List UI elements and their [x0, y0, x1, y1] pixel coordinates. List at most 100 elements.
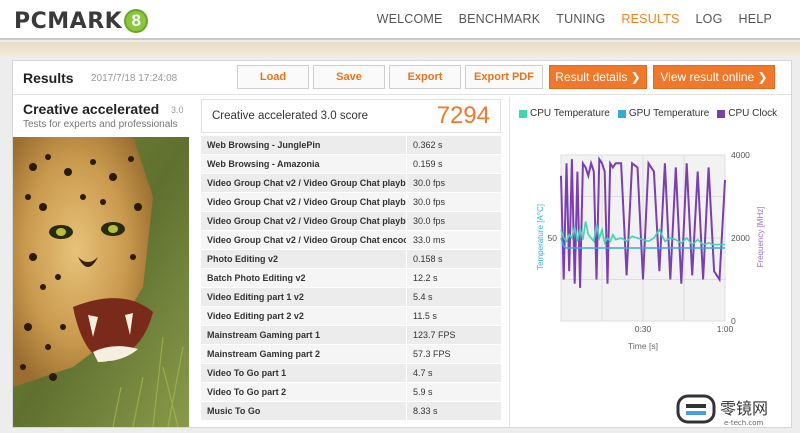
pcmark-logo: PCMARK 8 — [14, 8, 149, 34]
header-divider-strip — [0, 42, 800, 56]
test-result-name: Video To Go part 1 — [201, 364, 407, 382]
test-result-name: Music To Go — [201, 402, 407, 420]
table-row: Video To Go part 1 4.7 s — [201, 364, 501, 383]
table-row: Video Group Chat v2 / Video Group Chat p… — [201, 193, 501, 212]
chart-legend: CPU Temperature GPU Temperature CPU Cloc… — [519, 108, 777, 119]
logo-text: PCMARK — [14, 8, 123, 34]
table-row: Web Browsing - JunglePin 0.362 s — [201, 136, 501, 155]
table-row: Music To Go 8.33 s — [201, 402, 501, 421]
test-version: 3.0 — [171, 105, 184, 115]
test-result-name: Web Browsing - Amazonia — [201, 155, 407, 173]
nav-tuning[interactable]: TUNING — [548, 12, 613, 26]
legend-cpu-temperature-label: CPU Temperature — [530, 108, 610, 119]
y-right-tick-label: 2000 — [731, 233, 750, 243]
y-axis-left-label: Temperature [A°C] — [536, 204, 545, 270]
test-description: Tests for experts and professionals — [23, 119, 178, 130]
legend-cpu-temperature[interactable]: CPU Temperature — [519, 108, 610, 119]
test-name: Creative accelerated — [23, 101, 160, 117]
top-navigation-bar: PCMARK 8 WELCOME BENCHMARK TUNING RESULT… — [0, 0, 800, 40]
test-result-name: Mainstream Gaming part 2 — [201, 345, 407, 363]
monitoring-chart: CPU Temperature GPU Temperature CPU Cloc… — [513, 97, 791, 427]
export-button[interactable]: Export — [389, 65, 461, 89]
results-panel: Results 2017/7/18 17:24:08 Load Save Exp… — [12, 60, 792, 428]
y-right-tick-label: 0 — [731, 316, 736, 326]
view-result-online-button[interactable]: View result online ❯ — [653, 65, 775, 89]
legend-gpu-temperature[interactable]: GPU Temperature — [617, 108, 710, 119]
test-result-value: 57.3 FPS — [407, 345, 501, 363]
gpu-temperature-swatch — [617, 109, 626, 118]
score-box: Creative accelerated 3.0 score 7294 — [201, 99, 501, 133]
test-result-value: 11.5 s — [407, 307, 501, 325]
column-divider — [509, 97, 510, 427]
test-result-value: 30.0 fps — [407, 212, 501, 230]
nav-welcome[interactable]: WELCOME — [369, 12, 451, 26]
x-tick-label: 0:30 — [635, 324, 652, 334]
test-result-value: 0.362 s — [407, 136, 501, 154]
nav-results[interactable]: RESULTS — [613, 12, 687, 26]
test-result-name: Video Group Chat v2 / Video Group Chat p… — [201, 193, 407, 211]
y-right-tick-label: 4000 — [731, 150, 750, 160]
table-row: Video Editing part 1 v2 5.4 s — [201, 288, 501, 307]
legend-cpu-clock-label: CPU Clock — [728, 108, 778, 119]
legend-gpu-temperature-label: GPU Temperature — [628, 108, 710, 119]
test-result-name: Video Group Chat v2 / Video Group Chat e… — [201, 231, 407, 249]
table-row: Video To Go part 2 5.9 s — [201, 383, 501, 402]
save-button[interactable]: Save — [313, 65, 385, 89]
test-result-name: Batch Photo Editing v2 — [201, 269, 407, 287]
test-result-value: 30.0 fps — [407, 193, 501, 211]
test-result-name: Video Editing part 1 v2 — [201, 288, 407, 306]
test-result-name: Video To Go part 2 — [201, 383, 407, 401]
svg-text:e-tech.com: e-tech.com — [724, 419, 764, 427]
table-row: Photo Editing v2 0.158 s — [201, 250, 501, 269]
results-header: Results 2017/7/18 17:24:08 Load Save Exp… — [13, 61, 791, 95]
test-result-name: Video Editing part 2 v2 — [201, 307, 407, 325]
legend-cpu-clock[interactable]: CPU Clock — [717, 108, 777, 119]
test-result-value: 5.9 s — [407, 383, 501, 401]
watermark-logo: 零镜网 e-tech.com — [676, 392, 800, 428]
export-pdf-button[interactable]: Export PDF — [465, 65, 543, 89]
cpu-clock-swatch — [717, 109, 726, 118]
table-row: Mainstream Gaming part 2 57.3 FPS — [201, 345, 501, 364]
test-result-value: 30.0 fps — [407, 174, 501, 192]
table-row: Batch Photo Editing v2 12.2 s — [201, 269, 501, 288]
test-result-name: Photo Editing v2 — [201, 250, 407, 268]
test-result-value: 12.2 s — [407, 269, 501, 287]
table-row: Video Group Chat v2 / Video Group Chat e… — [201, 231, 501, 250]
cpu-temperature-swatch — [519, 109, 527, 118]
logo-version-badge: 8 — [124, 9, 149, 33]
page-title: Results — [23, 70, 74, 86]
table-row: Web Browsing - Amazonia 0.159 s — [201, 155, 501, 174]
test-result-name: Mainstream Gaming part 1 — [201, 326, 407, 344]
test-result-value: 33.0 ms — [407, 231, 501, 249]
svg-text:零镜网: 零镜网 — [720, 399, 768, 418]
test-result-name: Video Group Chat v2 / Video Group Chat p… — [201, 212, 407, 230]
table-row: Video Editing part 2 v2 11.5 s — [201, 307, 501, 326]
chart-plot: 0:30 1:0050400020000 Temperature [A°C] Fr… — [536, 150, 765, 351]
test-result-value: 4.7 s — [407, 364, 501, 382]
score-label: Creative accelerated 3.0 score — [212, 110, 368, 122]
results-table: Web Browsing - JunglePin 0.362 s Web Brows… — [201, 136, 501, 421]
nav-benchmark[interactable]: BENCHMARK — [451, 12, 549, 26]
table-row: Mainstream Gaming part 1 123.7 FPS — [201, 326, 501, 345]
x-axis-label: Time [s] — [628, 341, 658, 351]
test-info-column: Creative accelerated 3.0 Tests for exper… — [13, 97, 189, 427]
test-result-value: 0.159 s — [407, 155, 501, 173]
result-timestamp: 2017/7/18 17:24:08 — [91, 73, 178, 84]
result-details-button[interactable]: Result details ❯ — [549, 65, 647, 89]
load-button[interactable]: Load — [237, 65, 309, 89]
score-value: 7294 — [436, 102, 490, 129]
main-nav: WELCOME BENCHMARK TUNING RESULTS LOG HEL… — [369, 12, 780, 26]
test-result-name: Web Browsing - JunglePin — [201, 136, 407, 154]
y-left-tick-label: 50 — [548, 233, 558, 243]
leopard-image — [13, 137, 189, 427]
test-result-name: Video Group Chat v2 / Video Group Chat p… — [201, 174, 407, 192]
table-row: Video Group Chat v2 / Video Group Chat p… — [201, 174, 501, 193]
test-result-value: 0.158 s — [407, 250, 501, 268]
table-row: Video Group Chat v2 / Video Group Chat p… — [201, 212, 501, 231]
test-result-value: 8.33 s — [407, 402, 501, 420]
nav-help[interactable]: HELP — [731, 12, 780, 26]
test-result-value: 5.4 s — [407, 288, 501, 306]
test-result-value: 123.7 FPS — [407, 326, 501, 344]
nav-log[interactable]: LOG — [688, 12, 731, 26]
y-axis-right-label: Frequency [MHz] — [756, 207, 765, 268]
